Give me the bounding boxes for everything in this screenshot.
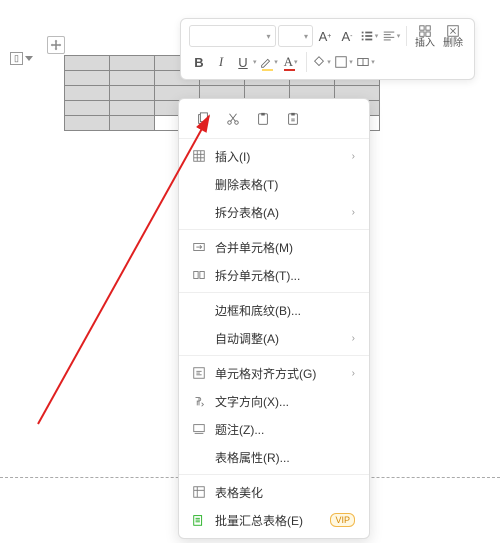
menu-split-cells[interactable]: 拆分单元格(T)... <box>179 261 369 289</box>
vip-badge: VIP <box>330 513 355 527</box>
paste-icon[interactable] <box>253 109 273 129</box>
font-name-select[interactable]: ▾ <box>189 25 276 47</box>
highlight-button[interactable]: ▾ <box>259 51 279 73</box>
shading-button[interactable]: ▾ <box>312 51 332 73</box>
menu-split-table[interactable]: 拆分表格(A) › <box>179 198 369 226</box>
increase-font-button[interactable]: A+ <box>315 25 335 47</box>
menu-cell-alignment[interactable]: 单元格对齐方式(G) › <box>179 359 369 387</box>
align-button[interactable]: ▾ <box>381 25 401 47</box>
mini-toolbar: ▾ ▾ A+ A- ▾ ▾ 插入 删除 B I U ▾ <box>180 18 475 80</box>
menu-border-shading[interactable]: 边框和底纹(B)... <box>179 296 369 324</box>
menu-batch-summary[interactable]: 批量汇总表格(E) VIP <box>179 506 369 534</box>
underline-button[interactable]: U <box>233 51 253 73</box>
italic-button[interactable]: I <box>211 51 231 73</box>
decrease-font-button[interactable]: A- <box>337 25 357 47</box>
chevron-right-icon: › <box>352 207 355 218</box>
menu-table-style[interactable]: 表格美化 <box>179 478 369 506</box>
table-context-menu: 插入(I) › 删除表格(T) 拆分表格(A) › 合并单元格(M) 拆分单元格… <box>178 98 370 539</box>
menu-insert[interactable]: 插入(I) › <box>179 142 369 170</box>
menu-table-properties[interactable]: 表格属性(R)... <box>179 443 369 471</box>
chevron-right-icon: › <box>352 333 355 344</box>
insert-label: 插入 <box>412 39 438 49</box>
insert-button[interactable] <box>415 24 435 38</box>
bullets-button[interactable]: ▾ <box>359 25 379 47</box>
cut-icon[interactable] <box>223 109 243 129</box>
table-move-handle[interactable] <box>47 36 65 54</box>
outline-marker[interactable]: ▯ <box>10 52 33 65</box>
delete-label: 删除 <box>440 39 466 49</box>
menu-autofit[interactable]: 自动调整(A) › <box>179 324 369 352</box>
borders-button[interactable]: ▾ <box>334 51 354 73</box>
copy-icon[interactable] <box>193 109 213 129</box>
paste-special-icon[interactable] <box>283 109 303 129</box>
font-size-select[interactable]: ▾ <box>278 25 314 47</box>
chevron-right-icon: › <box>352 368 355 379</box>
delete-button[interactable] <box>443 24 463 38</box>
merge-button[interactable]: ▾ <box>356 51 376 73</box>
chevron-right-icon: › <box>352 151 355 162</box>
font-color-button[interactable]: A ▾ <box>281 51 301 73</box>
bold-button[interactable]: B <box>189 51 209 73</box>
menu-text-direction[interactable]: 文字方向(X)... <box>179 387 369 415</box>
menu-merge-cells[interactable]: 合并单元格(M) <box>179 233 369 261</box>
menu-delete-table[interactable]: 删除表格(T) <box>179 170 369 198</box>
menu-caption[interactable]: 题注(Z)... <box>179 415 369 443</box>
